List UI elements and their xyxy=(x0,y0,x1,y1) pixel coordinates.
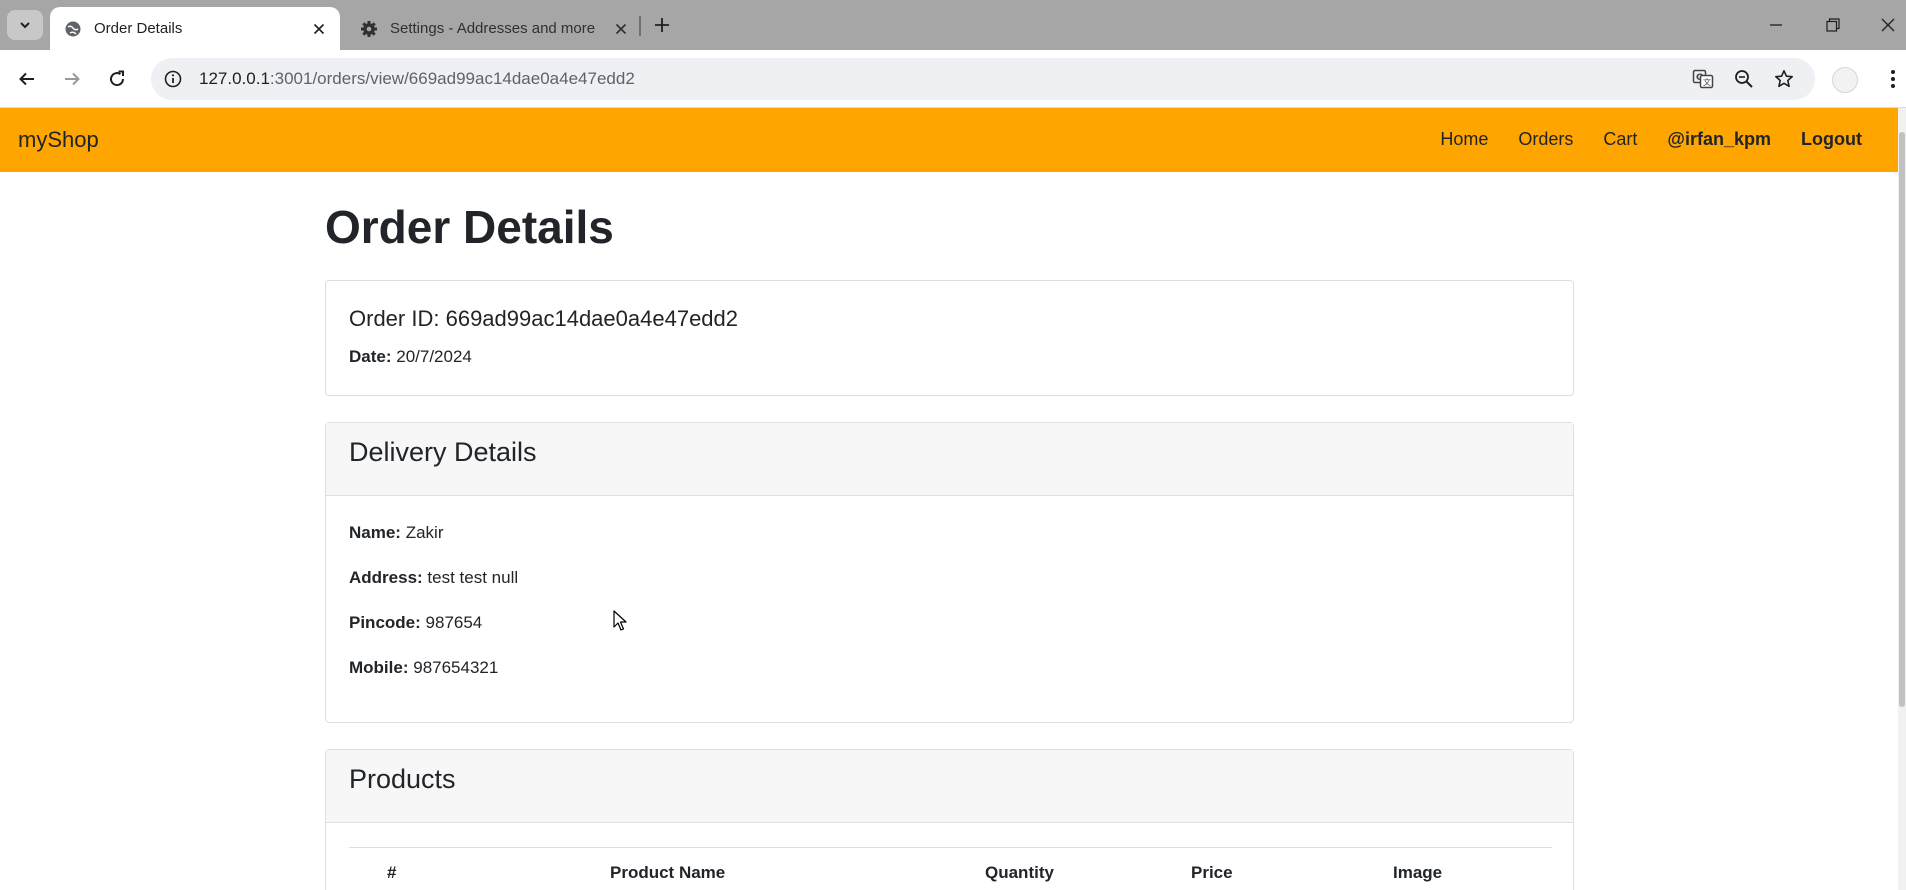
restore-icon xyxy=(1826,18,1840,32)
close-icon xyxy=(1881,18,1895,32)
site-info-icon[interactable] xyxy=(157,63,189,95)
restore-button[interactable] xyxy=(1815,10,1851,40)
delivery-card-header: Delivery Details xyxy=(326,423,1573,496)
field-value: test test null xyxy=(427,568,519,587)
minimize-button[interactable] xyxy=(1758,10,1794,40)
window-close-button[interactable] xyxy=(1870,10,1906,40)
address-bar[interactable]: 127.0.0.1:3001/orders/view/669ad99ac14da… xyxy=(151,58,1815,100)
column-header-price: Price xyxy=(1191,863,1233,882)
url-text: 127.0.0.1:3001/orders/view/669ad99ac14da… xyxy=(199,69,635,89)
zoom-out-icon[interactable] xyxy=(1729,64,1759,94)
date-label: Date: xyxy=(349,347,392,366)
order-date: Date: 20/7/2024 xyxy=(349,347,472,367)
date-value: 20/7/2024 xyxy=(396,347,472,366)
table-divider xyxy=(349,847,1552,848)
bookmark-star-icon[interactable] xyxy=(1769,64,1799,94)
nav-logout-link[interactable]: Logout xyxy=(1801,129,1862,150)
forward-button[interactable] xyxy=(57,64,87,94)
reload-button[interactable] xyxy=(102,64,132,94)
chevron-down-icon xyxy=(20,22,30,29)
page-scrollbar[interactable] xyxy=(1898,108,1906,890)
new-tab-button[interactable] xyxy=(650,13,674,37)
gear-icon xyxy=(360,20,378,38)
translate-icon[interactable]: G文 xyxy=(1688,64,1718,94)
profile-avatar[interactable] xyxy=(1832,67,1858,93)
close-icon[interactable] xyxy=(610,18,632,40)
tab-title: Settings - Addresses and more xyxy=(390,20,596,37)
url-host: 127.0.0.1 xyxy=(199,69,270,88)
field-label: Address: xyxy=(349,568,423,587)
browser-toolbar: 127.0.0.1:3001/orders/view/669ad99ac14da… xyxy=(0,50,1906,108)
svg-text:文: 文 xyxy=(1703,77,1711,87)
site-navbar: myShop Home Orders Cart @irfan_kpm Logou… xyxy=(0,108,1898,172)
column-header-index: # xyxy=(387,863,397,882)
arrow-right-icon xyxy=(65,72,80,86)
tab-settings[interactable]: Settings - Addresses and more xyxy=(346,7,642,50)
order-id-value: 669ad99ac14dae0a4e47edd2 xyxy=(445,306,739,331)
tab-order-details[interactable]: Order Details xyxy=(50,7,340,50)
delivery-address: Address: test test null xyxy=(349,568,518,588)
nav-orders-link[interactable]: Orders xyxy=(1518,129,1573,150)
browser-menu-button[interactable] xyxy=(1881,64,1905,94)
tab-separator xyxy=(639,16,641,36)
url-path: :3001/orders/view/669ad99ac14dae0a4e47ed… xyxy=(269,69,635,88)
delivery-heading: Delivery Details xyxy=(349,437,537,467)
field-label: Mobile: xyxy=(349,658,409,677)
field-label: Name: xyxy=(349,523,401,542)
arrow-left-icon xyxy=(19,72,34,86)
products-heading: Products xyxy=(349,764,456,794)
field-value: 987654321 xyxy=(413,658,499,677)
field-value: 987654 xyxy=(425,613,483,632)
mouse-cursor-icon xyxy=(613,610,627,631)
globe-icon xyxy=(64,20,82,38)
delivery-name: Name: Zakir xyxy=(349,523,443,543)
plus-icon xyxy=(655,18,669,32)
column-header-image: Image xyxy=(1393,863,1443,882)
tab-title: Order Details xyxy=(94,20,183,37)
more-vertical-icon xyxy=(1891,70,1895,88)
scrollbar-thumb[interactable] xyxy=(1899,132,1905,707)
products-card: Products # Product Name Quantity Price I… xyxy=(325,749,1574,890)
nav-user-link[interactable]: @irfan_kpm xyxy=(1667,129,1771,150)
order-id-label: Order ID: xyxy=(349,306,440,331)
field-label: Pincode: xyxy=(349,613,421,632)
delivery-pincode: Pincode: 987654 xyxy=(349,613,482,633)
products-card-header: Products xyxy=(326,750,1573,823)
order-id-heading: Order ID: 669ad99ac14dae0a4e47edd2 xyxy=(349,306,738,332)
field-value: Zakir xyxy=(405,523,444,542)
order-summary-card: Order ID: 669ad99ac14dae0a4e47edd2 Date:… xyxy=(325,280,1574,396)
brand-logo-link[interactable]: myShop xyxy=(18,127,99,153)
browser-tabstrip: Order Details Settings - Addresses and m… xyxy=(0,0,1906,50)
nav-cart-link[interactable]: Cart xyxy=(1603,129,1637,150)
reload-icon xyxy=(110,70,125,87)
tab-search-button[interactable] xyxy=(7,10,43,40)
column-header-quantity: Quantity xyxy=(985,863,1054,882)
page-title: Order Details xyxy=(325,201,614,253)
back-button[interactable] xyxy=(12,64,42,94)
nav-home-link[interactable]: Home xyxy=(1440,129,1488,150)
column-header-product-name: Product Name xyxy=(610,863,726,882)
minimize-icon xyxy=(1770,24,1782,26)
page-viewport: myShop Home Orders Cart @irfan_kpm Logou… xyxy=(0,108,1906,890)
nav-links: Home Orders Cart @irfan_kpm Logout xyxy=(1410,129,1862,150)
delivery-details-card: Delivery Details Name: Zakir Address: te… xyxy=(325,422,1574,723)
close-icon[interactable] xyxy=(308,18,330,40)
delivery-mobile: Mobile: 987654321 xyxy=(349,658,498,678)
